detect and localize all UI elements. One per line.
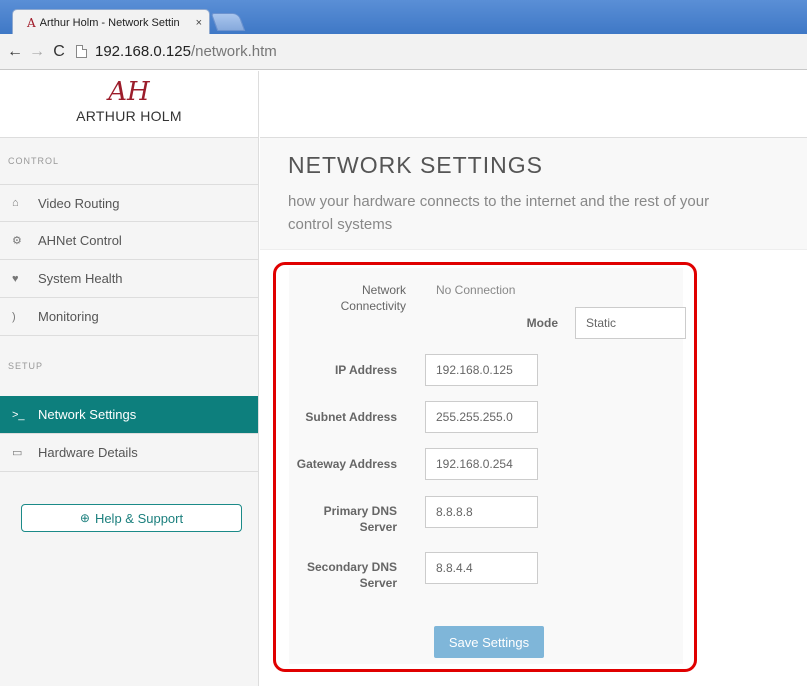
sidebar-item-ahnet-control[interactable]: ⚙ AHNet Control: [0, 222, 258, 260]
rss-icon: ): [12, 310, 16, 323]
gears-icon: ⚙: [12, 235, 22, 247]
mode-select[interactable]: Static: [575, 307, 686, 339]
sidebar-item-network-settings[interactable]: >_ Network Settings: [0, 396, 258, 434]
home-icon: ⌂: [12, 197, 19, 209]
help-support-label: Help & Support: [94, 510, 184, 526]
new-tab-button[interactable]: [210, 13, 246, 31]
sidebar-item-system-health[interactable]: ♥ System Health: [0, 260, 258, 298]
primary-dns-label: Primary DNS Server: [323, 504, 397, 534]
url-path: /network.htm: [190, 43, 277, 60]
browser-toolbar: ← → C 192.168.0.125/network.htm: [0, 34, 807, 70]
gateway-label: Gateway Address: [296, 457, 397, 471]
terminal-icon: >_: [12, 408, 25, 421]
sidebar-item-label: Network Settings: [38, 407, 137, 422]
lifebuoy-icon: ⊕: [79, 511, 90, 525]
page-title: NETWORK SETTINGS: [288, 152, 543, 178]
sidebar-item-label: AHNet Control: [38, 233, 122, 248]
ip-label: IP Address: [334, 363, 397, 377]
brand-name: ARTHUR HOLM: [76, 108, 182, 124]
url-host: 192.168.0.125: [95, 43, 191, 60]
favicon-icon: A: [27, 15, 36, 30]
forward-icon[interactable]: →: [26, 43, 48, 61]
tab-title: Arthur Holm - Network Settin: [39, 16, 180, 29]
logo[interactable]: AH ARTHUR HOLM: [0, 71, 258, 138]
back-icon[interactable]: ←: [4, 43, 26, 61]
sidebar-item-label: System Health: [38, 271, 123, 286]
page-icon: [76, 45, 87, 58]
connectivity-label: Network Connectivity: [340, 283, 406, 313]
ip-address-input[interactable]: 192.168.0.125: [425, 354, 538, 386]
address-bar[interactable]: 192.168.0.125/network.htm: [76, 43, 277, 60]
sidebar-item-monitoring[interactable]: ) Monitoring: [0, 298, 258, 336]
reload-icon[interactable]: C: [48, 43, 70, 61]
page-subtitle: how your hardware connects to the intern…: [288, 193, 710, 233]
subnet-address-input[interactable]: 255.255.255.0: [425, 401, 538, 433]
logo-mark: AH: [108, 77, 150, 107]
section-label-setup: SETUP: [8, 361, 44, 371]
sidebar-item-hardware-details[interactable]: ▭ Hardware Details: [0, 434, 258, 472]
page-header: NETWORK SETTINGS how your hardware conne…: [260, 138, 807, 250]
hdd-icon: ▭: [12, 447, 23, 459]
primary-dns-input[interactable]: 8.8.8.8: [425, 496, 538, 528]
help-support-button[interactable]: ⊕ Help & Support: [21, 504, 242, 532]
sidebar-item-label: Video Routing: [38, 195, 120, 211]
browser-tab[interactable]: A Arthur Holm - Network Settin ×: [12, 9, 210, 35]
mode-label: Mode: [526, 316, 558, 330]
sidebar-item-label: Hardware Details: [38, 445, 138, 460]
sidebar: AH ARTHUR HOLM CONTROL ⌂ Video Routing ⚙…: [0, 71, 259, 686]
sidebar-item-label: Monitoring: [38, 309, 99, 324]
sidebar-item-video-routing[interactable]: ⌂ Video Routing: [0, 184, 258, 222]
browser-tabstrip: A Arthur Holm - Network Settin ×: [0, 0, 807, 35]
secondary-dns-label: Secondary DNS Server: [306, 560, 397, 590]
heart-icon: ♥: [12, 272, 19, 285]
secondary-dns-input[interactable]: 8.8.4.4: [425, 552, 538, 584]
gateway-address-input[interactable]: 192.168.0.254: [425, 448, 538, 480]
top-bar: [260, 71, 807, 138]
subnet-label: Subnet Address: [305, 410, 397, 424]
save-settings-button[interactable]: Save Settings: [434, 626, 544, 658]
connectivity-value: No Connection: [436, 283, 516, 297]
tab-close-icon[interactable]: ×: [196, 17, 202, 29]
section-label-control: CONTROL: [8, 156, 60, 166]
